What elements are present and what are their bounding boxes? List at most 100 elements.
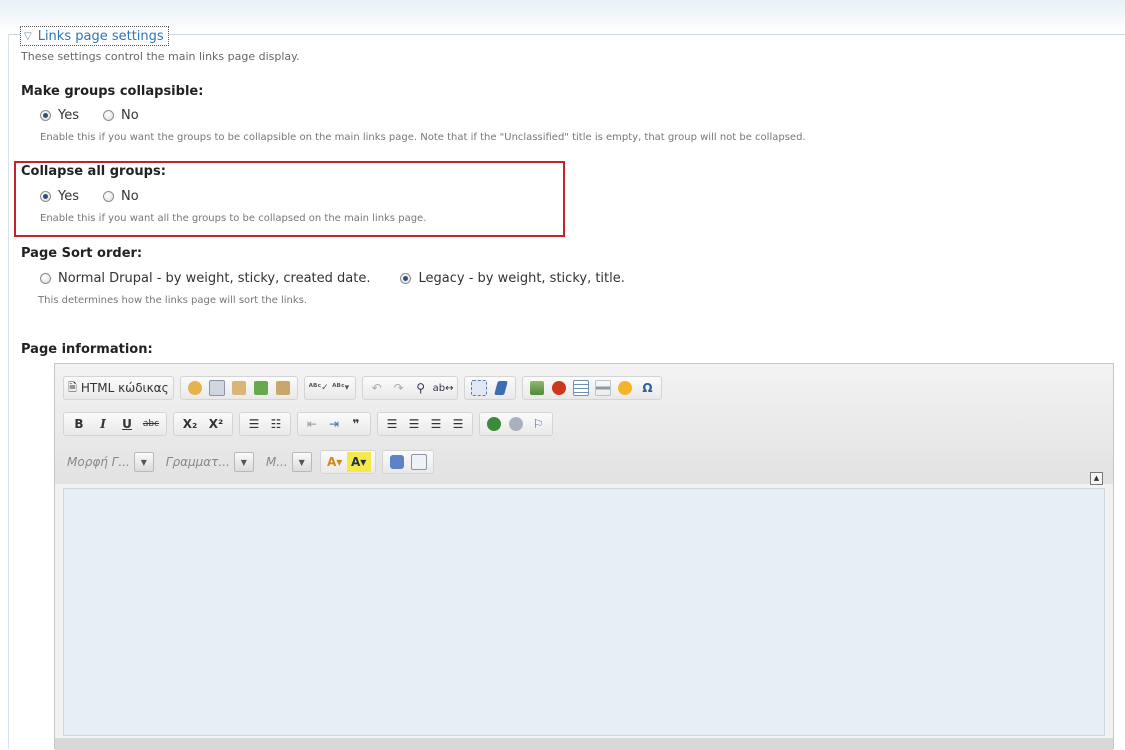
format-combo[interactable]: Μορφή Γ... ▼ <box>63 451 154 473</box>
numbered-list-icon[interactable]: ☰ <box>244 414 264 434</box>
paste-icon[interactable] <box>229 378 249 398</box>
redo-icon[interactable]: ↷ <box>389 378 409 398</box>
align-center-icon[interactable]: ☰ <box>404 414 424 434</box>
paste-word-icon[interactable] <box>273 378 293 398</box>
collapse-all-no-radio[interactable]: No <box>103 189 139 204</box>
color-group: A▾ A▾ <box>319 450 376 474</box>
sort-normal-label: Normal Drupal - by weight, sticky, creat… <box>58 271 371 286</box>
collapsible-label: Make groups collapsible: <box>21 84 204 99</box>
source-doc-icon: 🗎 <box>68 380 77 394</box>
sort-order-description: This determines how the links page will … <box>38 295 308 306</box>
background-color-icon[interactable]: A▾ <box>346 452 371 472</box>
italic-button[interactable]: I <box>92 414 114 434</box>
top-band <box>0 0 1125 34</box>
font-combo-text: Γραμματ... <box>165 455 230 469</box>
collapsible-no-label: No <box>121 108 139 123</box>
rich-text-editor: 🗎 HTML κώδικας ᴬᴮᶜ✓ ᴬᴮᶜ▾ ↶ ↷ ⚲ ab↔ Ω B I… <box>54 363 1114 750</box>
sort-legacy-radio[interactable]: Legacy - by weight, sticky, title. <box>400 271 625 286</box>
fieldset-border-left <box>8 34 9 749</box>
collapse-all-radios: Yes No <box>40 189 139 204</box>
anchor-flag-icon[interactable]: ⚐ <box>528 414 548 434</box>
find-icon[interactable]: ⚲ <box>411 378 431 398</box>
fieldset-legend[interactable]: ▽ Links page settings <box>20 26 169 46</box>
underline-button[interactable]: U <box>116 414 138 434</box>
size-combo-text: Μ... <box>265 455 288 469</box>
align-group: ☰ ☰ ☰ ☰ <box>377 412 473 436</box>
select-all-icon[interactable] <box>469 378 489 398</box>
superscript-button[interactable]: X² <box>204 414 228 434</box>
link-group: ⚐ <box>479 412 553 436</box>
blockquote-button[interactable]: ❞ <box>346 414 366 434</box>
collapse-all-label: Collapse all groups: <box>21 164 166 179</box>
chevron-down-icon[interactable]: ▼ <box>133 452 154 472</box>
collapsible-yes-radio[interactable]: Yes <box>40 108 79 123</box>
unlink-icon[interactable] <box>506 414 526 434</box>
indent-icon[interactable]: ⇥ <box>324 414 344 434</box>
radio-selected-icon[interactable] <box>40 110 51 121</box>
flash-icon[interactable] <box>549 378 569 398</box>
strike-button[interactable]: abc <box>140 414 162 434</box>
source-button[interactable]: 🗎 HTML κώδικας <box>68 378 169 398</box>
image-icon[interactable] <box>527 378 547 398</box>
toolbar-row-3: Μορφή Γ... ▼ Γραμματ... ▼ Μ... ▼ A▾ A▾ <box>63 450 440 474</box>
smiley-icon[interactable] <box>615 378 635 398</box>
collapse-all-yes-label: Yes <box>58 189 79 204</box>
fieldset-description: These settings control the main links pa… <box>21 50 300 63</box>
subscript-button[interactable]: X₂ <box>178 414 202 434</box>
maximize-icon[interactable] <box>387 452 407 472</box>
copy-icon[interactable] <box>207 378 227 398</box>
toolbar-collapse-button[interactable]: ▲ <box>1090 472 1103 485</box>
toolbar-row-1: 🗎 HTML κώδικας ᴬᴮᶜ✓ ᴬᴮᶜ▾ ↶ ↷ ⚲ ab↔ Ω <box>63 376 668 400</box>
bulleted-list-icon[interactable]: ☷ <box>266 414 286 434</box>
align-right-icon[interactable]: ☰ <box>426 414 446 434</box>
format-combo-text: Μορφή Γ... <box>67 455 130 469</box>
radio-unselected-icon[interactable] <box>103 110 114 121</box>
basic-style-group: B I U abc <box>63 412 167 436</box>
spellcheck-group: ᴬᴮᶜ✓ ᴬᴮᶜ▾ <box>303 376 356 400</box>
bold-button[interactable]: B <box>68 414 90 434</box>
collapse-all-no-label: No <box>121 189 139 204</box>
align-left-icon[interactable]: ☰ <box>382 414 402 434</box>
radio-selected-icon[interactable] <box>400 273 412 284</box>
editor-content-area[interactable] <box>63 488 1105 736</box>
link-icon[interactable] <box>484 414 504 434</box>
collapsible-description: Enable this if you want the groups to be… <box>40 132 806 143</box>
sort-normal-radio[interactable]: Normal Drupal - by weight, sticky, creat… <box>40 271 370 286</box>
source-group: 🗎 HTML κώδικας <box>63 376 174 400</box>
text-color-icon[interactable]: A▾ <box>325 452 345 472</box>
toolbar-row-2: B I U abc X₂ X² ☰ ☷ ⇤ ⇥ ❞ ☰ ☰ ☰ ☰ ⚐ <box>63 412 559 436</box>
fieldset-border-top <box>8 34 1125 35</box>
spellcheck-menu-icon[interactable]: ᴬᴮᶜ▾ <box>331 378 351 398</box>
radio-unselected-icon[interactable] <box>40 273 51 284</box>
remove-format-icon[interactable] <box>491 378 511 398</box>
page-info-label: Page information: <box>21 342 153 357</box>
fieldset-legend-link[interactable]: Links page settings <box>38 29 164 44</box>
font-combo[interactable]: Γραμματ... ▼ <box>162 451 254 473</box>
collapsible-yes-label: Yes <box>58 108 79 123</box>
script-group: X₂ X² <box>173 412 233 436</box>
collapsible-radios: Yes No <box>40 108 139 123</box>
editor-bottom-bar <box>55 738 1113 750</box>
outdent-icon[interactable]: ⇤ <box>302 414 322 434</box>
radio-selected-icon[interactable] <box>40 191 51 202</box>
align-justify-icon[interactable]: ☰ <box>448 414 468 434</box>
chevron-down-icon[interactable]: ▼ <box>233 452 254 472</box>
collapse-triangle-icon[interactable]: ▽ <box>24 31 32 42</box>
collapsible-no-radio[interactable]: No <box>103 108 139 123</box>
special-char-icon[interactable]: Ω <box>637 378 657 398</box>
size-combo[interactable]: Μ... ▼ <box>262 451 312 473</box>
chevron-down-icon[interactable]: ▼ <box>291 452 312 472</box>
table-icon[interactable] <box>571 378 591 398</box>
radio-unselected-icon[interactable] <box>103 191 114 202</box>
undo-icon[interactable]: ↶ <box>367 378 387 398</box>
horizontal-rule-icon[interactable] <box>593 378 613 398</box>
paste-text-icon[interactable] <box>251 378 271 398</box>
show-blocks-icon[interactable] <box>409 452 429 472</box>
select-group <box>464 376 517 400</box>
list-group: ☰ ☷ <box>239 412 291 436</box>
replace-icon[interactable]: ab↔ <box>433 378 454 398</box>
cut-icon[interactable] <box>185 378 205 398</box>
collapse-all-yes-radio[interactable]: Yes <box>40 189 79 204</box>
sort-order-radios: Normal Drupal - by weight, sticky, creat… <box>40 271 625 286</box>
spellcheck-icon[interactable]: ᴬᴮᶜ✓ <box>309 378 329 398</box>
